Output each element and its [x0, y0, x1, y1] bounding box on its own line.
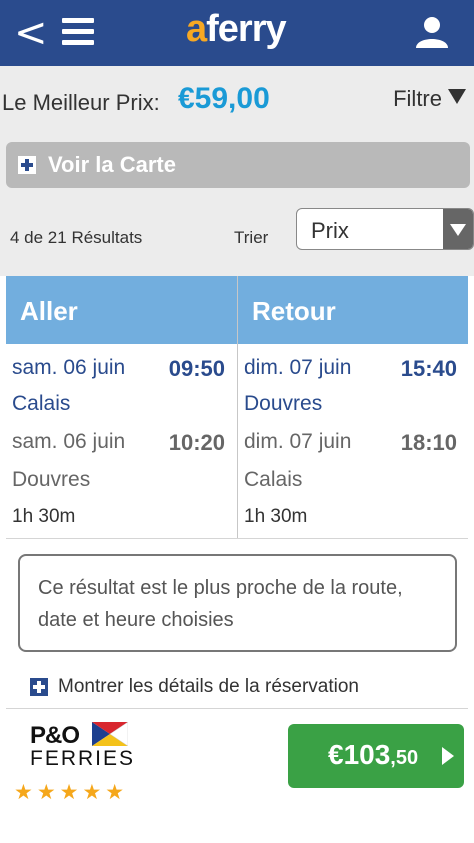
- sort-select[interactable]: Prix: [296, 208, 474, 250]
- outbound-depart-time: 09:50: [168, 356, 225, 381]
- back-icon[interactable]: <: [14, 13, 48, 53]
- return-arrive-time: 18:10: [400, 430, 457, 455]
- chevron-down-icon: [443, 209, 473, 249]
- divider: [6, 708, 468, 709]
- price-amount: €103,50: [328, 739, 419, 770]
- divider: [6, 538, 468, 539]
- results-count: 4 de 21 Résultats: [10, 228, 143, 247]
- outbound-depart-date: sam. 06 juin: [12, 356, 126, 379]
- operator-logo-line2: FERRIES: [30, 747, 136, 770]
- show-map-button[interactable]: Voir la Carte: [6, 142, 470, 188]
- plus-icon: [18, 156, 36, 174]
- outbound-header: Aller: [6, 276, 237, 344]
- outbound-arrive-date: sam. 06 juin: [12, 430, 126, 453]
- star-rating: ★★★★★: [14, 780, 129, 804]
- show-details-label: Montrer les détails de la réservation: [58, 676, 359, 697]
- operator-info: P&O FERRIES ★★★★★: [14, 720, 144, 810]
- show-map-label: Voir la Carte: [48, 152, 176, 177]
- plus-icon: [30, 678, 48, 696]
- return-depart-date: dim. 07 juin: [244, 356, 352, 379]
- return-depart-time: 15:40: [400, 356, 457, 381]
- user-icon[interactable]: [414, 14, 450, 50]
- app-header: < aferry: [0, 0, 474, 66]
- best-price-label: Le Meilleur Prix:: [2, 90, 160, 115]
- po-flag-icon: [92, 722, 128, 746]
- return-arrive-port: Calais: [244, 468, 303, 491]
- chevron-right-icon: [442, 747, 454, 765]
- outbound-leg: sam. 06 juin 09:50 Calais sam. 06 juin 1…: [6, 344, 237, 538]
- filter-button[interactable]: Filtre: [393, 86, 466, 112]
- outbound-duration: 1h 30m: [12, 506, 76, 527]
- best-price-value: €59,00: [178, 82, 270, 115]
- return-header: Retour: [238, 276, 468, 344]
- book-price-button[interactable]: €103,50: [288, 724, 464, 788]
- sort-label: Trier: [234, 228, 269, 247]
- hamburger-icon[interactable]: [62, 18, 94, 48]
- best-price-row: Le Meilleur Prix: €59,00 Filtre: [0, 78, 474, 126]
- return-duration: 1h 30m: [244, 506, 308, 527]
- note-text: Ce résultat est le plus proche de la rou…: [38, 577, 403, 631]
- triangle-down-icon: [448, 89, 466, 104]
- closest-match-note: Ce résultat est le plus proche de la rou…: [18, 554, 457, 652]
- outbound-depart-port: Calais: [12, 392, 71, 415]
- return-leg: dim. 07 juin 15:40 Douvres dim. 07 juin …: [238, 344, 469, 538]
- outbound-arrive-port: Douvres: [12, 468, 91, 491]
- operator-logo-line1: P&O: [30, 722, 80, 749]
- sort-value: Prix: [311, 218, 349, 243]
- return-arrive-date: dim. 07 juin: [244, 430, 352, 453]
- filter-label: Filtre: [393, 86, 442, 111]
- outbound-arrive-time: 10:20: [168, 430, 225, 455]
- return-depart-port: Douvres: [244, 392, 323, 415]
- aferry-logo[interactable]: aferry: [186, 8, 287, 51]
- result-card: Aller Retour sam. 06 juin 09:50 Calais s…: [0, 276, 474, 843]
